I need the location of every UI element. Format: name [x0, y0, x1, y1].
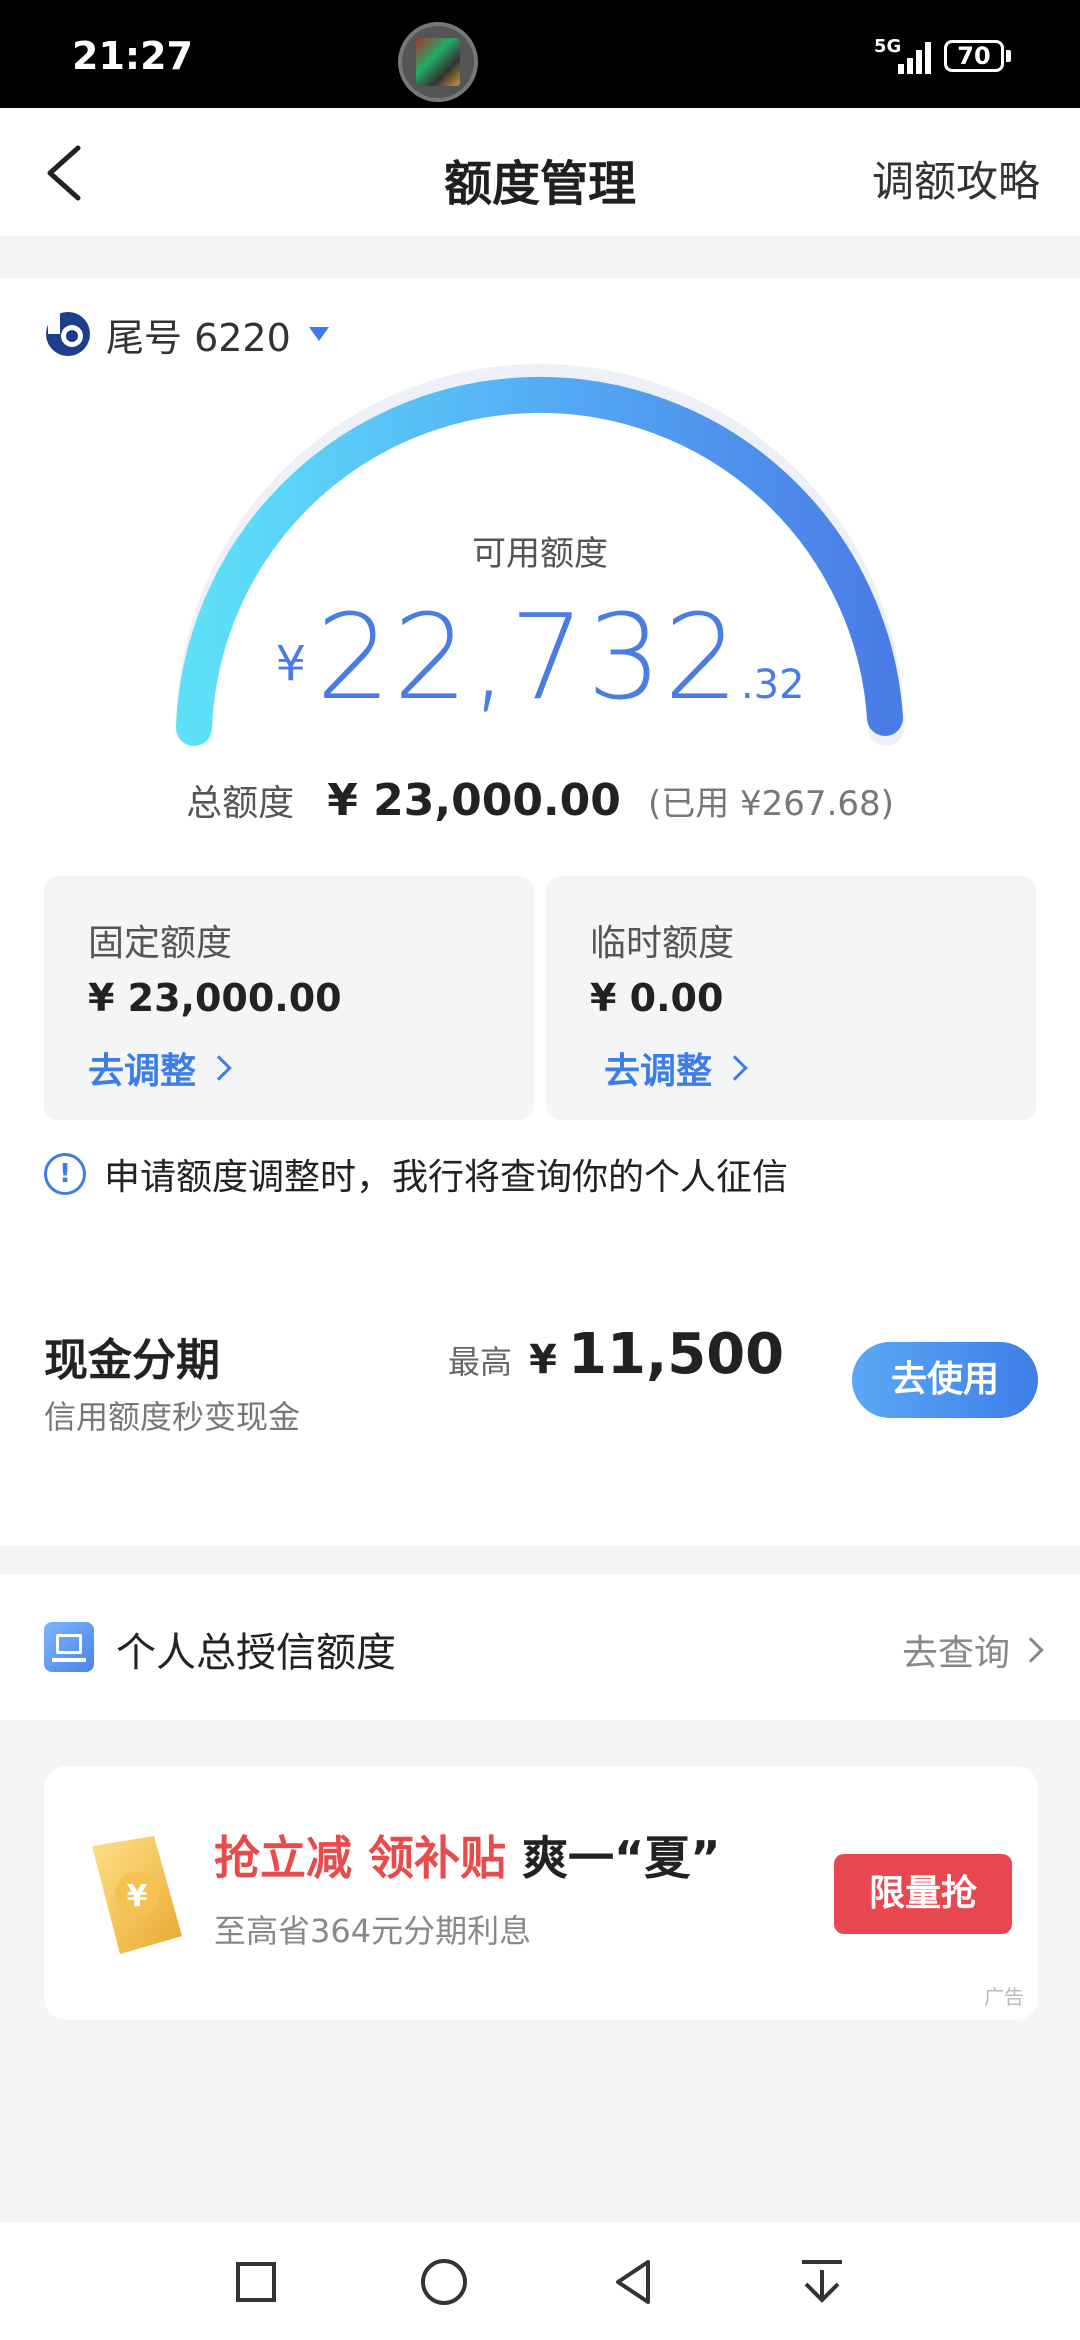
chevron-right-icon [1018, 1637, 1044, 1663]
temporary-adjust-label: 去调整 [604, 1051, 713, 1092]
fixed-adjust-label: 去调整 [88, 1051, 197, 1092]
laptop-icon [44, 1622, 94, 1672]
max-value: 11,500 [568, 1322, 785, 1387]
max-currency: ¥ [529, 1337, 557, 1383]
cash-installment-title: 现金分期 [44, 1335, 220, 1386]
dropdown-caret-icon [308, 327, 329, 341]
used-amount: (已用 ¥267.68) [647, 784, 894, 824]
notice-text: 申请额度调整时，我行将查询你的个人征信 [104, 1157, 789, 1198]
use-cash-button[interactable]: 去使用 [852, 1342, 1038, 1418]
svg-text:¥: ¥ [127, 1879, 148, 1914]
adjust-guide-link[interactable]: 调额攻略 [872, 148, 1040, 209]
limited-grab-button[interactable]: 限量抢 [834, 1854, 1012, 1934]
available-label: 可用额度 [472, 534, 608, 574]
available-currency: ¥ [275, 636, 307, 692]
back-nav-icon[interactable] [604, 2252, 664, 2312]
cash-installment-subtitle: 信用额度秒变现金 [44, 1398, 301, 1436]
promo-title: 抢立减 领补贴 爽一“夏” [214, 1822, 721, 1888]
chevron-right-icon [722, 1055, 748, 1081]
battery-tip [1006, 50, 1011, 62]
recent-apps-icon[interactable] [226, 2252, 286, 2312]
promo-title-dark: 爽一“夏” [522, 1831, 721, 1885]
fixed-adjust-link[interactable]: 去调整 [88, 1042, 232, 1094]
promo-banner[interactable]: ¥ 抢立减 领补贴 爽一“夏” 至高省364元分期利息 限量抢 广告 [44, 1766, 1038, 2020]
battery-icon: 70 [944, 40, 1004, 72]
ad-tag: 广告 [984, 1985, 1024, 2009]
total-row: 总额度 ¥ 23,000.00 (已用 ¥267.68) [0, 774, 1080, 826]
status-time: 21:27 [72, 34, 193, 78]
info-icon: ! [44, 1153, 86, 1195]
total-value: ¥ 23,000.00 [327, 775, 621, 826]
card-label: 尾号 6220 [106, 315, 291, 360]
temporary-adjust-link[interactable]: 去调整 [604, 1042, 748, 1094]
chevron-right-icon [206, 1055, 232, 1081]
credit-query-label: 去查询 [901, 1633, 1010, 1674]
fixed-quota-value: ¥ 23,000.00 [88, 976, 342, 1020]
credit-title: 个人总授信额度 [116, 1630, 396, 1676]
pull-down-icon[interactable] [792, 2252, 852, 2312]
credit-query-link[interactable]: 去查询 [901, 1624, 1044, 1676]
coupon-icon: ¥ [92, 1836, 182, 1954]
available-integer: 22,732 [316, 588, 741, 726]
fixed-quota-title: 固定额度 [88, 923, 233, 964]
quota-card: 尾号 6220 可用额度 ¥22,732.32 总额度 ¥ 23,000.00 … [0, 278, 1080, 1546]
fixed-quota-box: 固定额度 ¥ 23,000.00 去调整 [44, 876, 534, 1120]
signal-icon [898, 38, 938, 74]
temporary-quota-title: 临时额度 [590, 923, 735, 964]
header: 额度管理 调额攻略 [0, 108, 1080, 236]
temporary-quota-value: ¥ 0.00 [590, 976, 724, 1020]
app-notification-icon [398, 22, 478, 102]
max-label: 最高 [448, 1343, 513, 1381]
home-icon[interactable] [414, 2252, 474, 2312]
status-bar: 21:27 5G 70 [0, 0, 1080, 108]
available-decimal: .32 [740, 662, 805, 708]
credit-query-row[interactable]: 个人总授信额度 去查询 [0, 1574, 1080, 1720]
cash-installment-max: 最高 ¥ 11,500 [448, 1322, 784, 1387]
total-label: 总额度 [186, 783, 295, 824]
available-amount: ¥22,732.32 [0, 588, 1080, 726]
temporary-quota-box: 临时额度 ¥ 0.00 去调整 [546, 876, 1036, 1120]
promo-subtitle: 至高省364元分期利息 [214, 1912, 532, 1950]
card-selector[interactable]: 尾号 6220 [44, 306, 329, 362]
bank-logo-icon [46, 312, 90, 356]
promo-title-red: 抢立减 领补贴 [214, 1831, 507, 1885]
system-nav-bar [0, 2222, 1080, 2340]
credit-notice: ! 申请额度调整时，我行将查询你的个人征信 [44, 1148, 788, 1200]
